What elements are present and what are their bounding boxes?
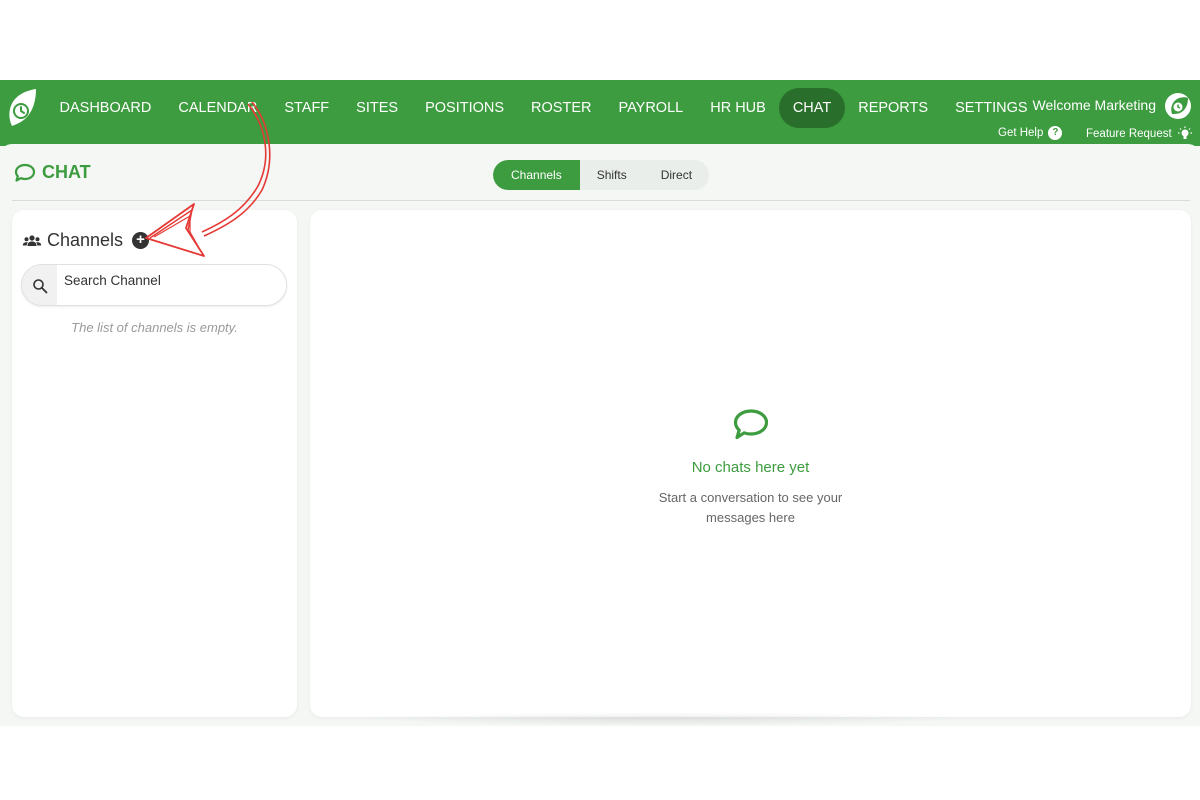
main-nav: DASHBOARD CALENDAR STAFF SITES POSITIONS… <box>46 87 1041 129</box>
channels-heading: Channels + <box>22 230 150 251</box>
channels-sidebar: Channels + The list of channels is empty… <box>12 210 297 717</box>
nav-sites[interactable]: SITES <box>343 88 412 128</box>
lightbulb-icon <box>1177 126 1192 139</box>
nav-staff[interactable]: STAFF <box>271 88 343 128</box>
nav-positions[interactable]: POSITIONS <box>412 88 518 128</box>
tab-shifts[interactable]: Shifts <box>580 160 644 190</box>
chat-bubble-icon <box>733 409 768 440</box>
nav-calendar[interactable]: CALENDAR <box>165 88 271 128</box>
empty-state-subtitle: Start a conversation to see your message… <box>658 490 843 525</box>
plus-circle-icon[interactable]: + <box>132 232 150 249</box>
channel-search <box>21 264 287 306</box>
feature-request-label: Feature Request <box>1086 128 1172 140</box>
nav-settings[interactable]: SETTINGS <box>942 88 1042 128</box>
help-icon: ? <box>1048 126 1063 140</box>
panel-shadow <box>360 712 960 726</box>
nav-roster[interactable]: ROSTER <box>518 88 605 128</box>
chat-main-panel: No chats here yet Start a conversation t… <box>310 210 1191 717</box>
content-area: CHAT Channels Shifts Direct Channels + S… <box>0 144 1200 726</box>
logo-icon[interactable] <box>6 88 38 128</box>
tab-channels[interactable]: Channels <box>493 160 580 190</box>
nav-reports[interactable]: REPORTS <box>845 88 942 128</box>
empty-state: No chats here yet Start a conversation t… <box>310 408 1191 528</box>
tab-direct[interactable]: Direct <box>644 160 709 190</box>
channels-heading-text: Channels <box>47 230 124 250</box>
get-help-link[interactable]: Get Help ? <box>998 126 1063 140</box>
users-icon <box>22 234 42 246</box>
top-navigation-bar: DASHBOARD CALENDAR STAFF SITES POSITIONS… <box>0 80 1200 146</box>
search-icon[interactable] <box>22 265 57 305</box>
empty-state-title: No chats here yet <box>691 459 810 476</box>
page-title-text: CHAT <box>42 162 91 182</box>
chat-tabs: Channels Shifts Direct <box>493 160 710 190</box>
feature-request-link[interactable]: Feature Request <box>1086 126 1193 142</box>
channels-empty-text: The list of channels is empty. <box>71 320 238 335</box>
page-title: CHAT <box>14 162 91 183</box>
nav-chat[interactable]: CHAT <box>779 88 845 128</box>
search-input[interactable] <box>57 265 286 305</box>
chat-bubble-icon <box>14 163 36 182</box>
nav-hr-hub[interactable]: HR HUB <box>697 88 780 128</box>
get-help-label: Get Help <box>998 127 1044 139</box>
nav-dashboard[interactable]: DASHBOARD <box>46 88 165 128</box>
avatar-icon[interactable] <box>1164 92 1192 120</box>
header-divider <box>12 200 1190 201</box>
app-window: DASHBOARD CALENDAR STAFF SITES POSITIONS… <box>0 80 1200 726</box>
welcome-text: Welcome Marketing <box>1032 97 1156 113</box>
nav-payroll[interactable]: PAYROLL <box>605 88 697 128</box>
